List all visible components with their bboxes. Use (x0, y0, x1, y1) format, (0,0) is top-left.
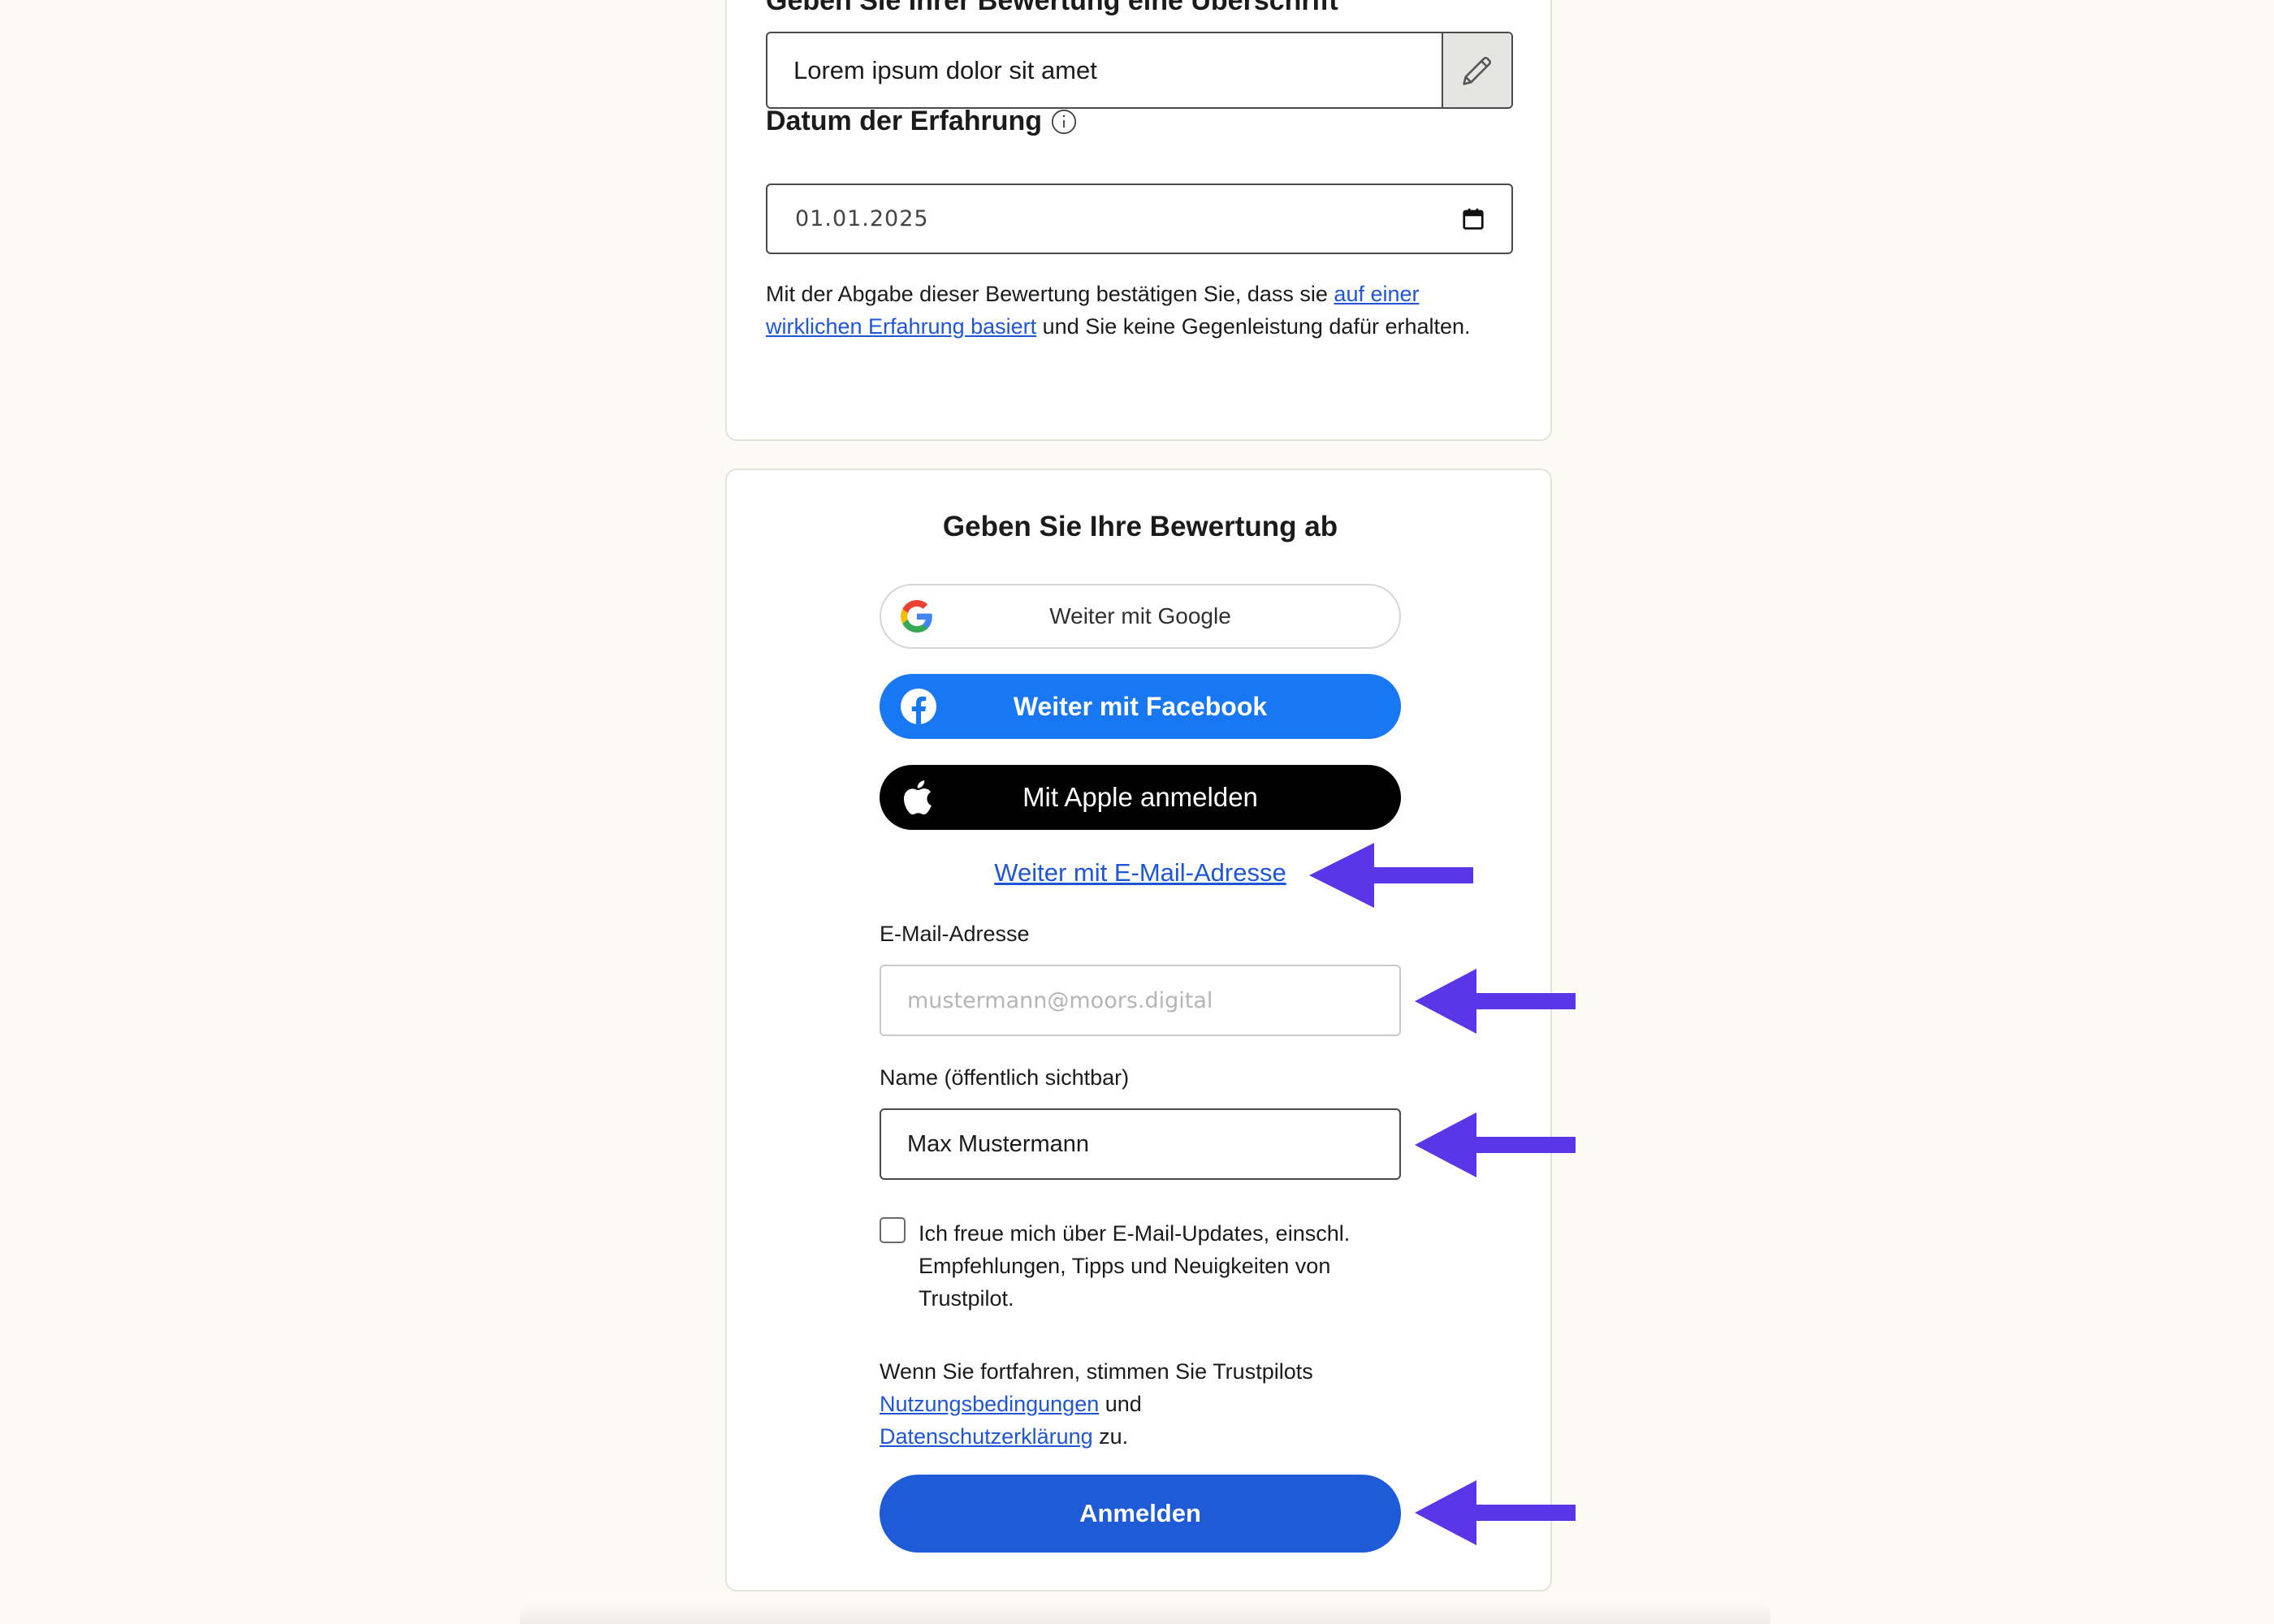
arrow-left-icon (1415, 1112, 1576, 1177)
name-field-label: Name (öffentlich sichtbar) (880, 1065, 1130, 1090)
review-title-input[interactable]: Lorem ipsum dolor sit amet (766, 32, 1513, 109)
arrow-left-icon (1309, 843, 1473, 908)
name-value: Max Mustermann (907, 1130, 1090, 1157)
bottom-panel-shadow (520, 1600, 1770, 1624)
google-button-label: Weiter mit Google (1049, 603, 1231, 628)
submit-heading: Geben Sie Ihre Bewertung ab (942, 511, 1338, 542)
name-field[interactable]: Max Mustermann (880, 1108, 1401, 1180)
terms-text-start: Wenn Sie fortfahren, stimmen Sie Trustpi… (880, 1359, 1313, 1384)
experience-date-value: 01.01.2025 (795, 206, 929, 231)
google-login-button[interactable]: Weiter mit Google (880, 584, 1401, 649)
email-login-link[interactable]: Weiter mit E-Mail-Adresse (994, 858, 1286, 887)
confirmation-text-end: und Sie keine Gegenleistung dafür erhalt… (1036, 314, 1471, 339)
email-field-label: E-Mail-Adresse (880, 922, 1030, 946)
calendar-icon[interactable] (1461, 207, 1485, 231)
terms-text-end: zu. (1092, 1424, 1129, 1449)
facebook-button-label: Weiter mit Facebook (1013, 691, 1268, 721)
privacy-link[interactable]: Datenschutzerklärung (880, 1424, 1093, 1449)
date-label-text: Datum der Erfahrung (766, 106, 1043, 136)
email-placeholder: mustermann@moors.digital (907, 987, 1213, 1013)
pencil-icon (1463, 56, 1492, 85)
info-icon[interactable] (1050, 108, 1078, 136)
confirmation-text: Mit der Abgabe dieser Bewertung bestätig… (766, 278, 1497, 343)
terms-link[interactable]: Nutzungsbedingungen (880, 1392, 1099, 1416)
arrow-left-icon (1415, 1480, 1576, 1545)
edit-title-button[interactable] (1442, 33, 1511, 107)
review-details-card: Geben Sie Ihrer Bewertung eine Überschri… (725, 0, 1552, 441)
arrow-left-icon (1415, 969, 1576, 1034)
facebook-icon (899, 687, 938, 726)
review-title-heading: Geben Sie Ihrer Bewertung eine Überschri… (766, 0, 1338, 16)
experience-date-input[interactable]: 01.01.2025 (766, 184, 1513, 254)
apple-icon (899, 779, 933, 816)
terms-text: Wenn Sie fortfahren, stimmen Sie Trustpi… (880, 1355, 1407, 1453)
email-field[interactable]: mustermann@moors.digital (880, 965, 1401, 1036)
review-title-value: Lorem ipsum dolor sit amet (793, 55, 1097, 84)
google-icon (901, 600, 933, 633)
facebook-login-button[interactable]: Weiter mit Facebook (880, 674, 1401, 739)
terms-text-middle: und (1099, 1392, 1142, 1416)
date-label: Datum der Erfahrung (766, 106, 1078, 137)
login-button[interactable]: Anmelden (880, 1475, 1401, 1553)
apple-button-label: Mit Apple anmelden (1022, 782, 1258, 812)
login-button-label: Anmelden (1079, 1499, 1201, 1527)
apple-login-button[interactable]: Mit Apple anmelden (880, 765, 1401, 830)
confirmation-text-start: Mit der Abgabe dieser Bewertung bestätig… (766, 282, 1334, 306)
newsletter-checkbox[interactable] (880, 1217, 906, 1243)
newsletter-text: Ich freue mich über E-Mail-Updates, eins… (919, 1221, 1351, 1311)
